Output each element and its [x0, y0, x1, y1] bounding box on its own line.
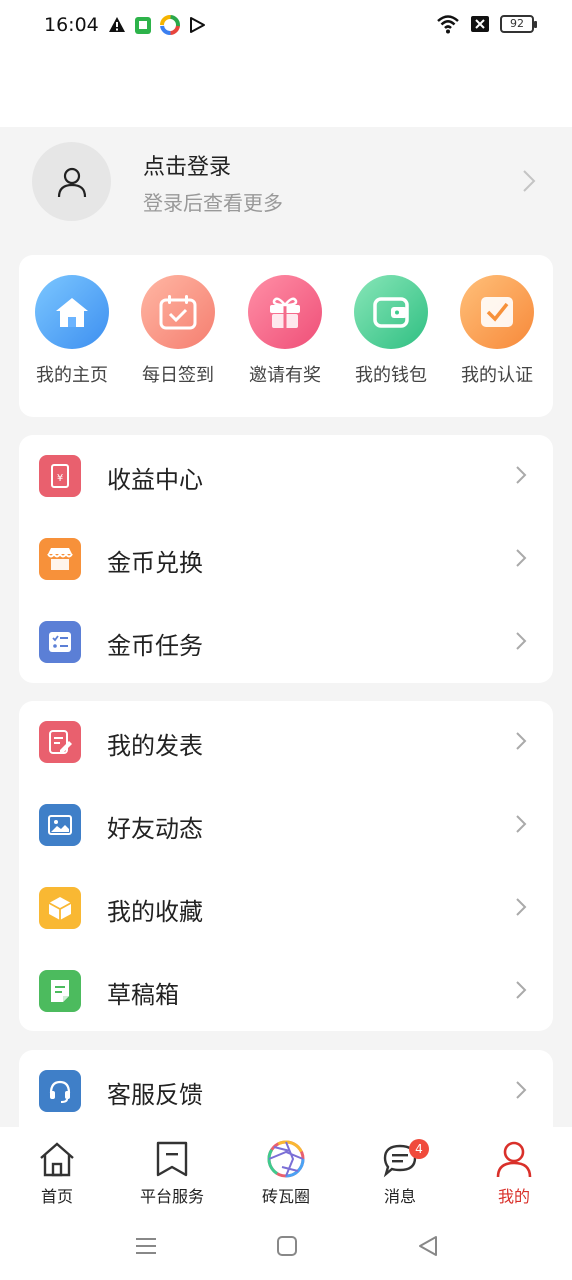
unread-badge: 4 [409, 1139, 429, 1159]
chevron-right-icon [516, 1081, 527, 1099]
tab-label: 砖瓦圈 [261, 1187, 310, 1206]
avatar[interactable] [32, 142, 111, 221]
quick-label: 我的认证 [461, 365, 533, 386]
tab-mine[interactable]: 我的 [459, 1137, 569, 1207]
menu-item-coin-exchange[interactable]: 金币兑换 [19, 518, 553, 600]
home-square-icon[interactable] [275, 1234, 299, 1258]
menu-item-my-posts[interactable]: 我的发表 [19, 701, 553, 783]
tab-label: 我的 [497, 1187, 530, 1206]
task-list-icon [49, 632, 71, 652]
system-status-icons: 92 [436, 14, 537, 34]
notification-icons [108, 15, 206, 35]
tab-messages[interactable]: 4 消息 [345, 1137, 455, 1207]
quick-item-wallet[interactable]: 我的钱包 [341, 275, 441, 387]
bookmark-icon [156, 1141, 188, 1177]
menu-item-coin-tasks[interactable]: 金币任务 [19, 601, 553, 683]
person-icon [496, 1141, 532, 1178]
tab-label: 平台服务 [139, 1187, 204, 1206]
chevron-right-icon [516, 732, 527, 750]
quick-item-invite[interactable]: 邀请有奖 [235, 275, 335, 387]
earnings-icon: ¥ [51, 464, 69, 488]
home-icon [56, 298, 88, 327]
status-bar: 16:04 92 [0, 0, 572, 127]
menu-icon[interactable] [134, 1234, 158, 1258]
login-subtitle: 登录后查看更多 [143, 191, 283, 215]
wallet-icon [373, 297, 409, 328]
draft-icon [51, 980, 69, 1002]
menu-label: 客服反馈 [107, 1081, 203, 1109]
app-colorful-icon [160, 15, 180, 35]
quick-label: 我的主页 [36, 365, 108, 386]
menu-card-content: 我的发表 好友动态 我的收藏 草稿箱 [19, 701, 553, 1031]
tab-label: 消息 [383, 1187, 416, 1206]
chevron-right-icon [516, 815, 527, 833]
box-icon [48, 897, 72, 920]
home-outline-icon [40, 1142, 74, 1177]
quick-item-checkin[interactable]: 每日签到 [128, 275, 228, 387]
menu-label: 好友动态 [107, 815, 203, 843]
tab-platform-services[interactable]: 平台服务 [117, 1137, 227, 1207]
status-time: 16:04 [44, 14, 99, 36]
image-icon [48, 815, 72, 835]
chevron-right-icon [516, 549, 527, 567]
tab-community[interactable]: 砖瓦圈 [231, 1137, 341, 1207]
user-icon [57, 167, 86, 197]
headset-icon [49, 1080, 71, 1103]
verify-icon [481, 297, 513, 327]
edit-post-icon [49, 730, 72, 754]
menu-card-coins: ¥ 收益中心 金币兑换 金币任务 [19, 435, 553, 683]
svg-text:¥: ¥ [57, 473, 63, 484]
chevron-right-icon [523, 170, 536, 192]
menu-label: 我的发表 [107, 732, 203, 760]
menu-label: 草稿箱 [107, 981, 179, 1009]
battery-indicator: 92 [500, 15, 537, 33]
login-header[interactable]: 点击登录 登录后查看更多 [0, 127, 572, 237]
menu-item-drafts[interactable]: 草稿箱 [19, 950, 553, 1032]
menu-item-friend-updates[interactable]: 好友动态 [19, 784, 553, 866]
bottom-tab-bar: 首页 平台服务 砖瓦圈 4 消息 我的 [0, 1127, 572, 1217]
no-sim-icon [471, 16, 489, 32]
quick-label: 我的钱包 [355, 365, 427, 386]
menu-item-earnings[interactable]: ¥ 收益中心 [19, 435, 553, 517]
gift-icon [270, 297, 300, 328]
chevron-right-icon [516, 466, 527, 484]
calendar-check-icon [159, 295, 197, 330]
quick-actions-card: 我的主页 每日签到 邀请有奖 我的钱包 我的认证 [19, 255, 553, 417]
quick-item-homepage[interactable]: 我的主页 [22, 275, 122, 387]
app-notification-icon [135, 17, 151, 34]
menu-label: 金币任务 [107, 632, 203, 660]
tab-label: 首页 [40, 1187, 73, 1206]
play-store-icon [190, 17, 205, 33]
quick-label: 每日签到 [142, 365, 214, 386]
warning-icon [109, 17, 125, 32]
quick-item-verify[interactable]: 我的认证 [447, 275, 547, 387]
aperture-icon [267, 1140, 305, 1178]
menu-label: 金币兑换 [107, 549, 203, 577]
menu-label: 我的收藏 [107, 898, 203, 926]
chevron-right-icon [516, 898, 527, 916]
wifi-icon [437, 15, 459, 34]
system-nav-bar [0, 1217, 572, 1280]
menu-item-support-feedback[interactable]: 客服反馈 [19, 1050, 553, 1132]
quick-label: 邀请有奖 [249, 365, 321, 386]
login-title[interactable]: 点击登录 [143, 149, 231, 181]
store-icon [47, 548, 73, 570]
chevron-right-icon [516, 981, 527, 999]
chevron-right-icon [516, 632, 527, 650]
menu-label: 收益中心 [107, 466, 203, 494]
tab-home[interactable]: 首页 [2, 1137, 112, 1207]
back-icon[interactable] [416, 1234, 440, 1258]
menu-item-favorites[interactable]: 我的收藏 [19, 867, 553, 949]
